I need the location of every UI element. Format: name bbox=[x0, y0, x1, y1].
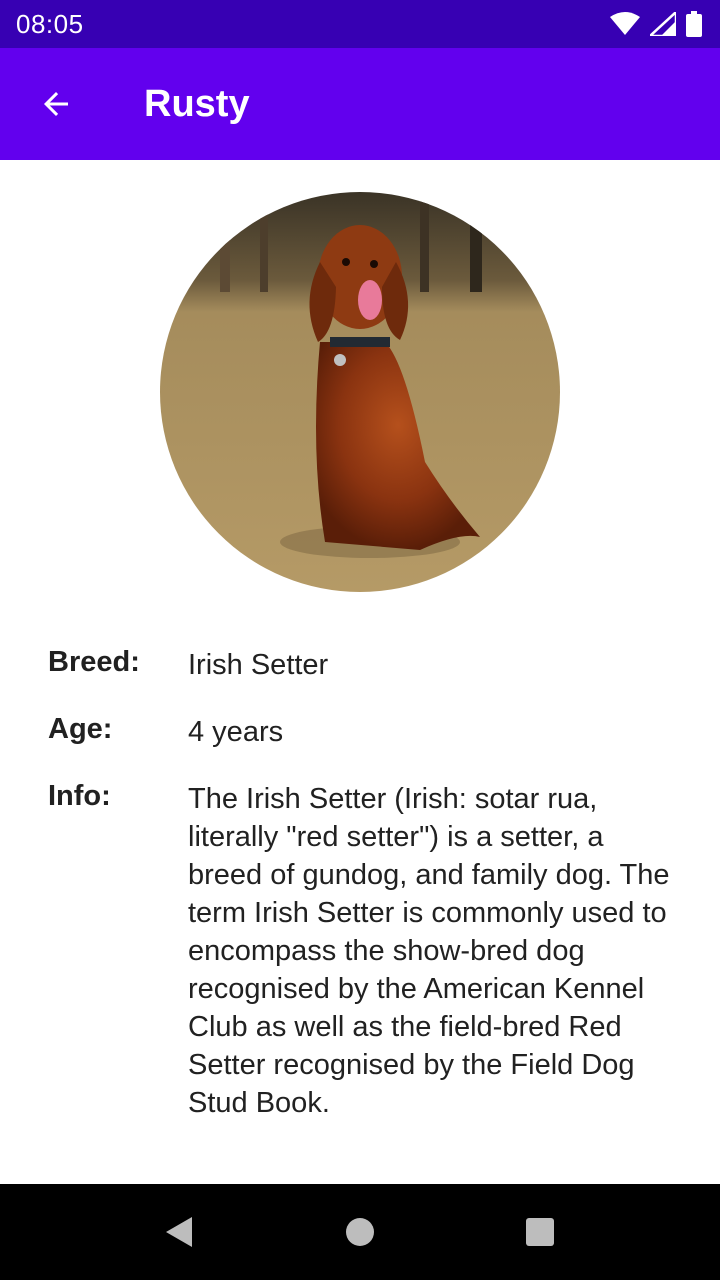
status-bar: 08:05 bbox=[0, 0, 720, 48]
info-row: Info: The Irish Setter (Irish: sotar rua… bbox=[48, 780, 672, 1122]
nav-home-button[interactable] bbox=[312, 1184, 408, 1280]
home-circle-icon bbox=[346, 1218, 374, 1246]
back-button[interactable] bbox=[28, 76, 84, 132]
age-label: Age: bbox=[48, 713, 113, 745]
page-title: Rusty bbox=[144, 82, 250, 125]
status-icons bbox=[610, 11, 702, 37]
arrow-back-icon bbox=[44, 92, 68, 116]
app-bar: Rusty bbox=[0, 48, 720, 160]
info-value: The Irish Setter (Irish: sotar rua, lite… bbox=[188, 783, 670, 1119]
back-triangle-icon bbox=[166, 1217, 192, 1247]
breed-row: Breed: Irish Setter bbox=[48, 646, 672, 684]
status-time: 08:05 bbox=[16, 8, 84, 39]
breed-label: Breed: bbox=[48, 646, 140, 678]
dog-photo bbox=[160, 192, 560, 592]
battery-icon bbox=[686, 11, 702, 37]
dog-image bbox=[160, 192, 560, 592]
signal-icon bbox=[650, 12, 676, 36]
wifi-icon bbox=[610, 12, 640, 35]
age-value: 4 years bbox=[188, 716, 284, 748]
navigation-bar bbox=[0, 1184, 720, 1280]
recents-square-icon bbox=[526, 1218, 554, 1246]
nav-recents-button[interactable] bbox=[492, 1184, 588, 1280]
age-row: Age: 4 years bbox=[48, 713, 672, 751]
dog-details: Breed: Irish Setter Age: 4 years Info: T… bbox=[0, 160, 720, 1184]
nav-back-button[interactable] bbox=[130, 1184, 226, 1280]
info-label: Info: bbox=[48, 780, 111, 812]
breed-value: Irish Setter bbox=[188, 649, 329, 681]
